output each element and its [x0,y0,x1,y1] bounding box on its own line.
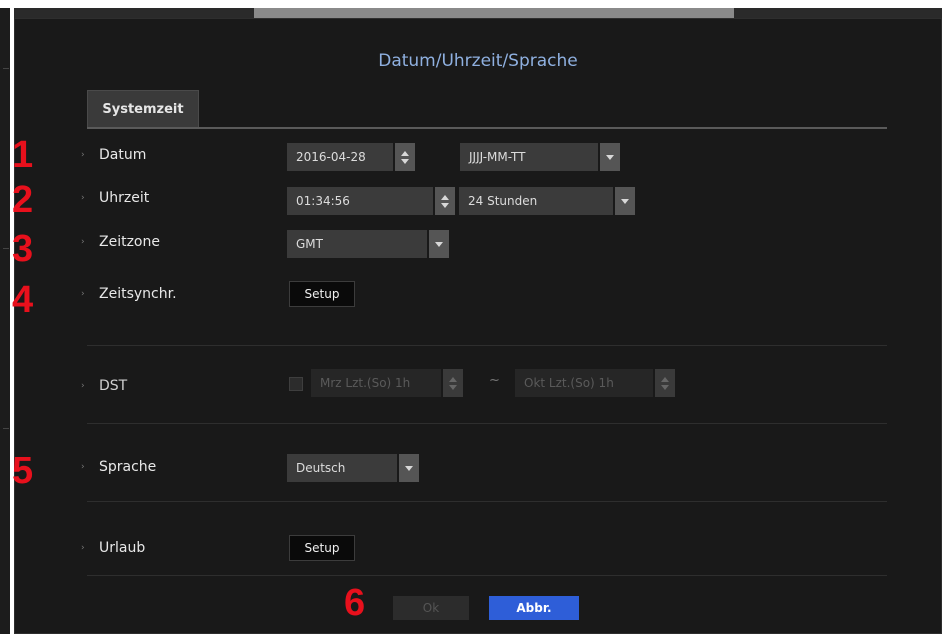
dst-range-separator: ~ [489,373,500,388]
datum-label: › Datum [81,144,146,166]
cancel-button[interactable]: Abbr. [489,596,579,620]
urlaub-label: › Urlaub [81,537,145,559]
bullet-icon: › [81,289,85,299]
callout-number: 6 [344,582,366,624]
spinner-down-icon[interactable] [661,384,669,390]
left-edge-tick [3,428,9,429]
bullet-icon: › [81,150,85,160]
left-edge-bar [0,8,10,634]
dst-label: › DST [81,375,127,397]
callout-number: 4 [12,279,34,321]
uhrzeit-label-text: Uhrzeit [99,190,150,206]
spinner-down-icon[interactable] [449,384,457,390]
settings-dialog: Datum/Uhrzeit/Sprache Systemzeit › Datum… [14,18,942,634]
spinner-up-icon[interactable] [401,150,409,156]
dst-checkbox[interactable] [289,377,303,391]
bullet-icon: › [81,381,85,391]
divider [87,345,887,346]
zeitsynchr-label: › Zeitsynchr. [81,283,177,305]
screenshot-frame: Datum/Uhrzeit/Sprache Systemzeit › Datum… [0,0,946,634]
left-edge-tick [3,68,9,69]
zeitsynchr-setup-button[interactable]: Setup [289,281,355,307]
spinner-up-icon[interactable] [441,194,449,200]
time-mode-dropdown[interactable]: 24 Stunden [459,187,613,215]
spinner-down-icon[interactable] [441,202,449,208]
spinner-down-icon[interactable] [401,158,409,164]
language-dropdown[interactable]: Deutsch [287,454,397,482]
date-spinner[interactable] [395,143,415,171]
date-field[interactable]: 2016-04-28 [287,143,393,171]
zeitsynchr-label-text: Zeitsynchr. [99,286,177,302]
uhrzeit-label: › Uhrzeit [81,187,149,209]
tab-underline [87,127,887,129]
ok-button[interactable]: Ok [393,596,469,620]
tab-systemzeit[interactable]: Systemzeit [87,90,199,128]
sprache-label: › Sprache [81,456,156,478]
urlaub-label-text: Urlaub [99,540,146,556]
zeitzone-label-text: Zeitzone [99,234,160,250]
callout-number: 2 [12,179,34,221]
dst-start-spinner[interactable] [443,369,463,397]
divider [87,501,887,502]
dst-end-spinner[interactable] [655,369,675,397]
callout-number: 3 [12,228,34,270]
dst-start-field[interactable]: Mrz Lzt.(So) 1h [311,369,441,397]
left-edge-tick [3,248,9,249]
dst-end-field[interactable]: Okt Lzt.(So) 1h [515,369,653,397]
bullet-icon: › [81,462,85,472]
bullet-icon: › [81,237,85,247]
bullet-icon: › [81,543,85,553]
dst-label-text: DST [99,378,128,394]
spinner-up-icon[interactable] [449,376,457,382]
callout-number: 1 [12,134,34,176]
timezone-dropdown[interactable]: GMT [287,230,427,258]
chevron-down-icon[interactable] [615,187,635,215]
top-strip-highlight [254,8,734,18]
callout-number: 5 [12,450,34,492]
dialog-title: Datum/Uhrzeit/Sprache [378,51,578,71]
divider [87,423,887,424]
divider [87,575,887,576]
urlaub-setup-button[interactable]: Setup [289,535,355,561]
spinner-up-icon[interactable] [661,376,669,382]
top-strip [14,8,942,18]
sprache-label-text: Sprache [99,459,157,475]
bullet-icon: › [81,193,85,203]
zeitzone-label: › Zeitzone [81,231,160,253]
time-field[interactable]: 01:34:56 [287,187,433,215]
chevron-down-icon[interactable] [600,143,620,171]
chevron-down-icon[interactable] [429,230,449,258]
datum-label-text: Datum [99,147,147,163]
time-spinner[interactable] [435,187,455,215]
date-format-dropdown[interactable]: JJJJ-MM-TT [460,143,598,171]
chevron-down-icon[interactable] [399,454,419,482]
